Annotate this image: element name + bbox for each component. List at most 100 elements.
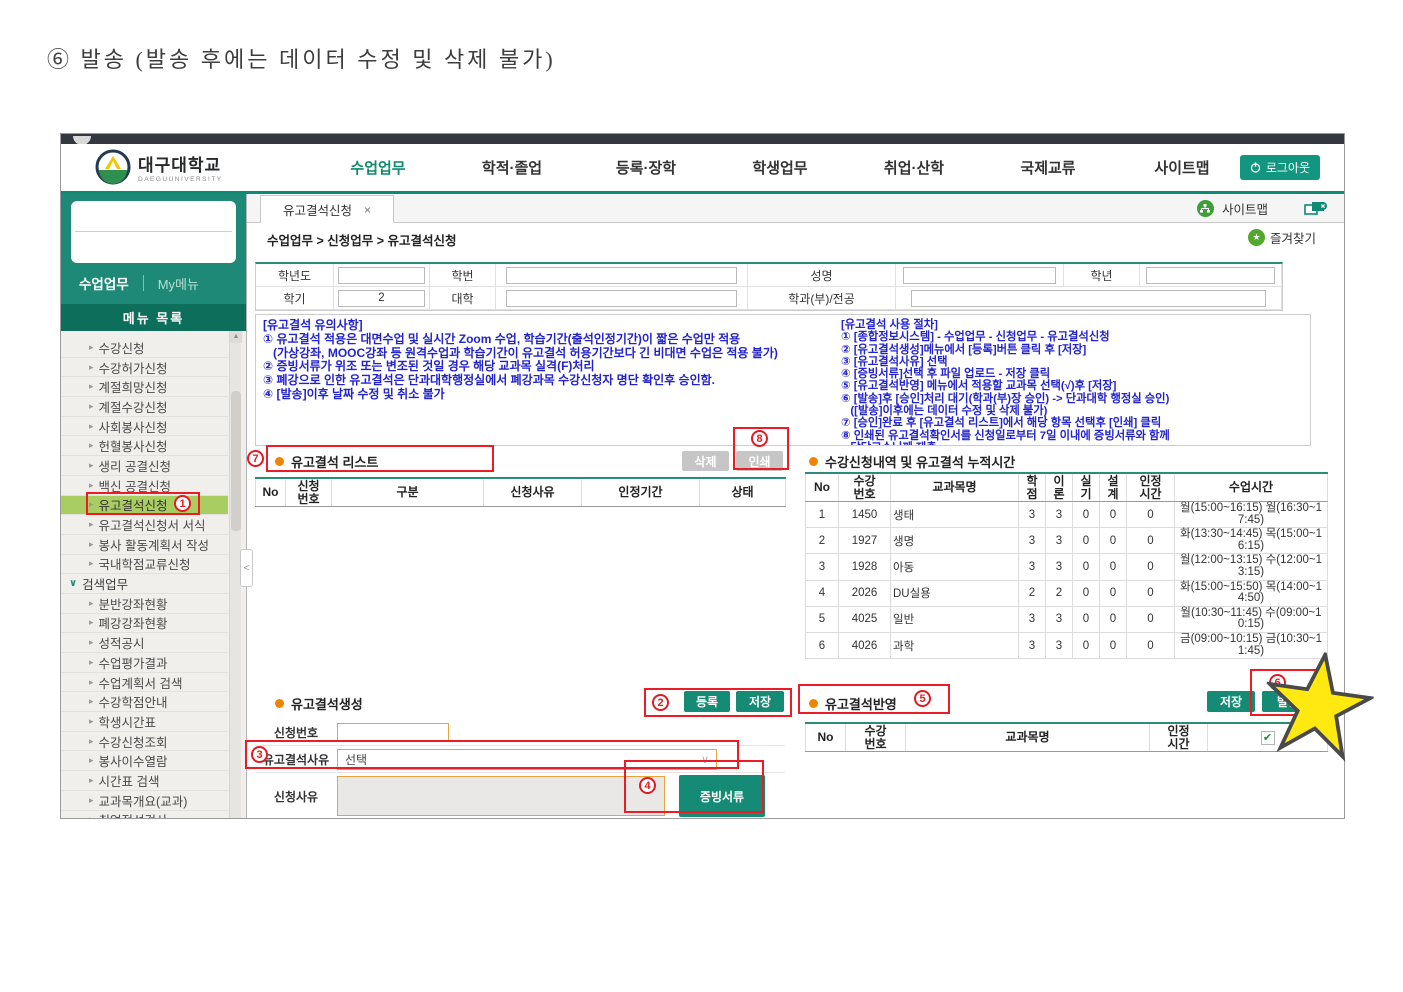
dept-input[interactable] xyxy=(911,290,1265,307)
sidebar-item-social-service[interactable]: ▸사회봉사신청 xyxy=(61,417,228,437)
reason-type-value: 선택 xyxy=(345,751,367,768)
col-recognized: 인정 시간 xyxy=(1150,723,1208,752)
sidebar-item-sugang-inquiry[interactable]: ▸수강신청조회 xyxy=(61,732,228,752)
scroll-up-icon[interactable]: ▲ xyxy=(230,331,242,343)
sidebar-item-section-status[interactable]: ▸분반강좌현황 xyxy=(61,594,228,614)
sidebar-item-grade-post[interactable]: ▸성적공시 xyxy=(61,633,228,653)
notice-line: ⑥ [발송]후 [승인]처리 대기(학과(부)장 승인) -> 단과대학 행정실… xyxy=(841,393,1303,405)
triangle-icon: ▸ xyxy=(89,657,94,668)
sidebar-item-vaccine-absence[interactable]: ▸백신 공결신청 xyxy=(61,476,228,496)
col-practice: 실 기 xyxy=(1073,473,1100,502)
sitemap-link[interactable]: 사이트맵 xyxy=(1222,199,1268,218)
name-input[interactable] xyxy=(903,267,1057,284)
sidebar-item-blood-service[interactable]: ▸헌혈봉사신청 xyxy=(61,436,228,456)
evidence-docs-button[interactable]: 증빙서류 xyxy=(679,775,765,817)
sidebar-item-sugang[interactable]: ▸수강신청 xyxy=(61,338,228,358)
sitemap-icon xyxy=(1197,200,1214,217)
reason-row: 신청사유 증빙서류 xyxy=(255,774,785,818)
sidebar-tab-mymenu[interactable]: My메뉴 xyxy=(158,274,199,293)
sidebar-item-label: 수강학점안내 xyxy=(99,692,168,711)
tab-excused-absence[interactable]: 유고결석신청 × xyxy=(260,195,394,223)
enrollment-title: 수강신청내역 및 유고결석 누적시간 xyxy=(809,452,1015,471)
nav-student[interactable]: 학생업무 xyxy=(713,157,847,178)
tab-close-icon[interactable]: × xyxy=(364,203,371,217)
nav-records[interactable]: 학적·졸업 xyxy=(445,157,579,178)
sidebar-item-label: 수업계획서 검색 xyxy=(99,673,183,692)
notice-procedure-title: [유고결석 사용 절차] xyxy=(841,319,1303,331)
sidebar-item-sugang-permit[interactable]: ▸수강허가신청 xyxy=(61,358,228,378)
col-course-no: 수강 번호 xyxy=(846,723,906,752)
apply-no-input[interactable] xyxy=(337,723,449,742)
sidebar-item-seasonal-sugang[interactable]: ▸계절수강신청 xyxy=(61,397,228,417)
studentid-label: 학번 xyxy=(430,264,496,287)
table-row: 21927생명33000화(13:30~14:45) 목(15:00~16:15… xyxy=(806,528,1328,554)
semester-input[interactable] xyxy=(338,290,425,307)
annotation-3: 3 xyxy=(251,746,268,763)
col-no: No xyxy=(256,478,286,507)
chevron-down-icon: ∨ xyxy=(69,578,77,589)
scrollbar-thumb[interactable] xyxy=(231,391,241,531)
apply-table: No 수강 번호 교과목명 인정 시간 ✔ xyxy=(805,722,1328,752)
sidebar-item-service-record[interactable]: ▸봉사이수열람 xyxy=(61,751,228,771)
sidebar-item-excused-absence-form[interactable]: ▸유고결석신청서 서식 xyxy=(61,515,228,535)
sidebar-item-label: 생리 공결신청 xyxy=(99,456,171,475)
apply-title: 유고결석반영 xyxy=(809,694,897,713)
college-input[interactable] xyxy=(506,290,737,307)
sidebar-item-label: 봉사 활동계획서 작성 xyxy=(99,535,209,554)
sidebar-group-search[interactable]: ∨검색업무 xyxy=(61,574,228,594)
sidebar-item-excused-absence[interactable]: ▸유고결석신청 xyxy=(61,496,228,516)
sidebar-item-timetable-search[interactable]: ▸시간표 검색 xyxy=(61,771,228,791)
studentid-input[interactable] xyxy=(506,267,737,284)
nav-career[interactable]: 취업·산학 xyxy=(847,157,981,178)
col-credit: 학 점 xyxy=(1019,473,1046,502)
sidebar-item-label: 국내학점교류신청 xyxy=(99,554,191,573)
reason-textarea[interactable] xyxy=(337,776,665,816)
notice-line: ④ [발송]이후 날짜 수정 및 취소 불가 xyxy=(263,388,841,402)
annotation-4: 4 xyxy=(639,777,656,794)
col-course-name: 교과목명 xyxy=(891,473,1019,502)
sidebar-item-label: 성적공시 xyxy=(99,633,145,652)
delete-button[interactable]: 삭제 xyxy=(682,451,729,471)
sidebar-item-student-timetable[interactable]: ▸학생시간표 xyxy=(61,712,228,732)
table-row: 31928아동33000월(12:00~13:15) 수(12:00~13:15… xyxy=(806,554,1328,580)
college-label: 대학 xyxy=(430,287,496,310)
reason-type-select[interactable]: 선택 ∨ xyxy=(337,749,717,770)
nav-international[interactable]: 국제교류 xyxy=(981,157,1115,178)
sidebar-item-course-overview[interactable]: ▸교과목개요(교과) xyxy=(61,791,228,811)
window-popout-icon[interactable] xyxy=(1304,201,1328,217)
nav-sitemap[interactable]: 사이트맵 xyxy=(1115,157,1249,178)
sidebar-item-service-plan[interactable]: ▸봉사 활동계획서 작성 xyxy=(61,535,228,555)
notice-procedure: [유고결석 사용 절차] ① [종합정보시스템] - 수업업무 - 신청업무 -… xyxy=(841,319,1303,441)
reason-label: 신청사유 xyxy=(255,788,337,805)
triangle-icon: ▸ xyxy=(89,480,94,491)
save-apply-button[interactable]: 저장 xyxy=(1207,691,1255,712)
col-status: 상태 xyxy=(700,478,786,507)
sidebar-item-seasonal-hope[interactable]: ▸계절희망신청 xyxy=(61,377,228,397)
triangle-icon: ▸ xyxy=(89,795,94,806)
table-row: 11450생태33000월(15:00~16:15) 월(16:30~17:45… xyxy=(806,502,1328,528)
sidebar-item-credit-guide[interactable]: ▸수강학점안내 xyxy=(61,692,228,712)
sidebar-item-menstrual-absence[interactable]: ▸생리 공결신청 xyxy=(61,456,228,476)
grade-label: 학년 xyxy=(1064,264,1140,287)
university-logo[interactable]: 대구대학교 DAEGUUNIVERSITY xyxy=(95,149,223,185)
save-create-button[interactable]: 저장 xyxy=(736,691,784,712)
register-button[interactable]: 등록 xyxy=(684,691,730,712)
sidebar-item-syllabus-search[interactable]: ▸수업계획서 검색 xyxy=(61,673,228,693)
print-button[interactable]: 인쇄 xyxy=(736,451,783,471)
favorite-link[interactable]: 즐겨찾기 xyxy=(1270,228,1316,247)
notice-line: ⑧ 인쇄된 유고결석확인서를 신청일로부터 7일 이내에 증빙서류와 함께 xyxy=(841,430,1303,442)
sidebar-item-label: 취업적성검사 xyxy=(99,810,168,819)
sidebar-item-domestic-credit[interactable]: ▸국내학점교류신청 xyxy=(61,555,228,575)
year-input[interactable] xyxy=(338,267,425,284)
sidebar-item-clipped[interactable]: ▸취업적성검사 xyxy=(61,811,228,820)
sidebar-item-closed-course[interactable]: ▸폐강강좌현황 xyxy=(61,614,228,634)
nav-classwork[interactable]: 수업업무 xyxy=(311,157,445,178)
triangle-icon: ▸ xyxy=(89,342,94,353)
grade-input[interactable] xyxy=(1146,267,1276,284)
nav-registration[interactable]: 등록·장학 xyxy=(579,157,713,178)
logout-button[interactable]: 로그아웃 xyxy=(1240,155,1320,180)
sidebar-item-class-eval[interactable]: ▸수업평가결과 xyxy=(61,653,228,673)
sidebar-collapse-handle[interactable]: < xyxy=(240,549,253,587)
student-info-form: 학년도 학번 성명 학년 학기 대학 학과(부)/전공 xyxy=(255,262,1283,311)
sidebar-tab-classwork[interactable]: 수업업무 xyxy=(79,273,129,293)
